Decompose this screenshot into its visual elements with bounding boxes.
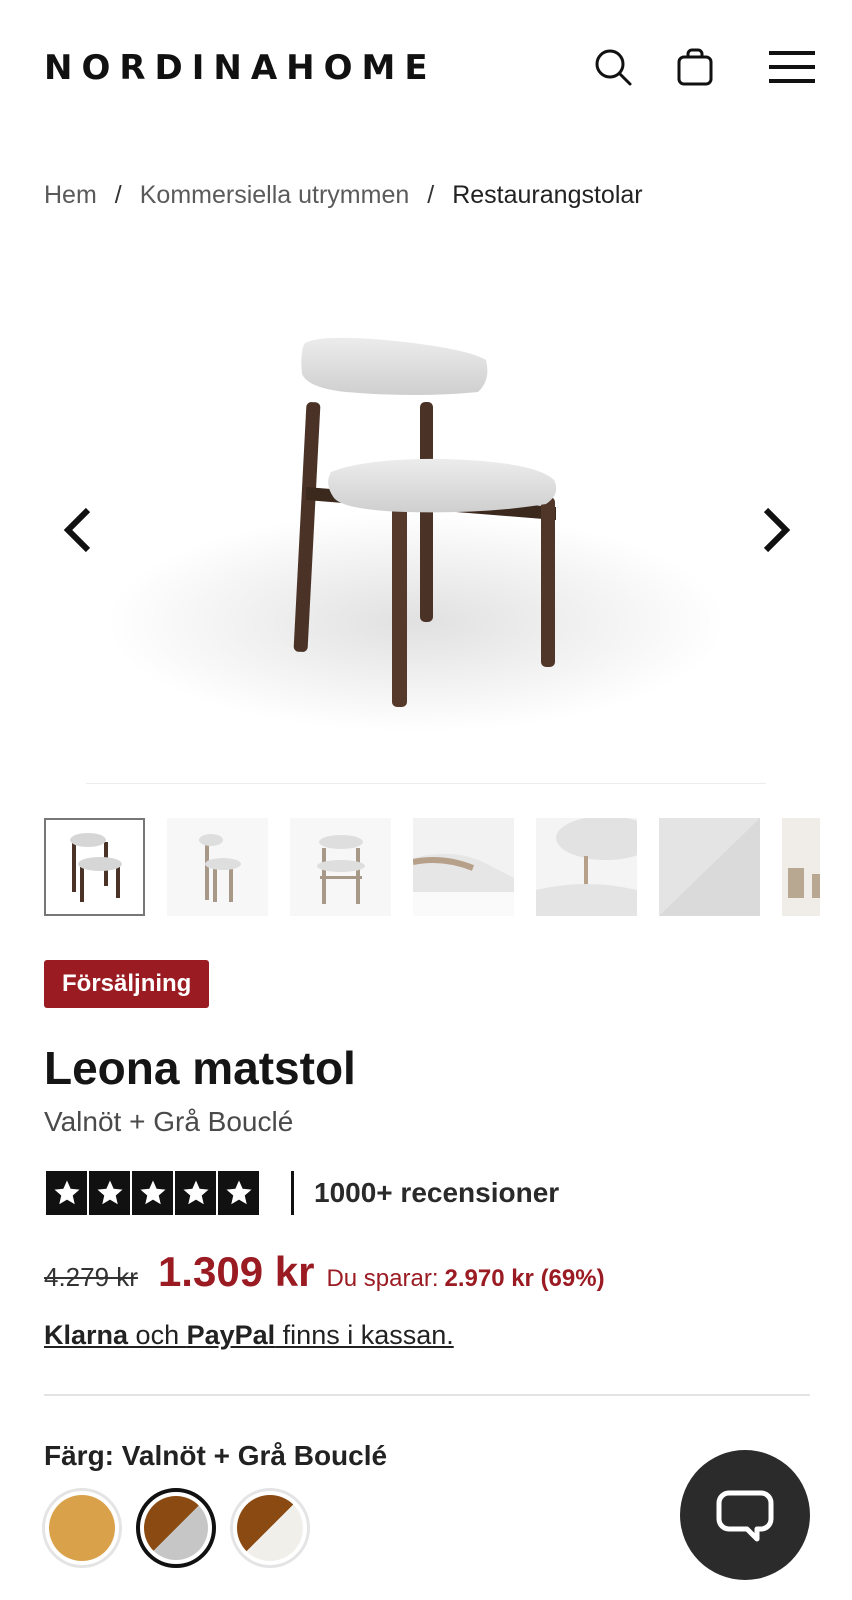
section-divider bbox=[44, 1394, 810, 1396]
savings-value: 2.970 kr (69%) bbox=[444, 1265, 605, 1292]
rating-divider bbox=[291, 1171, 294, 1215]
price-row: 4.279 kr 1.309 kr Du sparar: 2.970 kr (6… bbox=[44, 1248, 605, 1296]
old-price: 4.279 kr bbox=[44, 1262, 138, 1292]
savings-label: Du sparar: bbox=[326, 1265, 439, 1292]
star-icon bbox=[89, 1171, 130, 1215]
sale-price: 1.309 kr bbox=[157, 1248, 315, 1295]
swatch-fill bbox=[49, 1495, 115, 1561]
chat-icon bbox=[716, 1490, 774, 1542]
sale-badge: Försäljning bbox=[44, 960, 210, 1008]
thumbnail-strip bbox=[44, 818, 820, 918]
swatch-walnut-white[interactable] bbox=[230, 1488, 310, 1568]
star-rating bbox=[46, 1171, 259, 1215]
star-icon bbox=[218, 1171, 259, 1215]
menu-icon[interactable] bbox=[766, 44, 818, 90]
breadcrumb-commercial[interactable]: Kommersiella utrymmen bbox=[140, 178, 410, 212]
thumbnail[interactable] bbox=[413, 818, 514, 916]
bag-icon[interactable] bbox=[672, 44, 718, 90]
product-title: Leona matstol bbox=[44, 1042, 356, 1094]
color-swatches bbox=[42, 1488, 310, 1568]
thumbnail[interactable] bbox=[659, 818, 760, 916]
star-icon bbox=[175, 1171, 216, 1215]
breadcrumb-separator: / bbox=[427, 181, 435, 209]
search-icon[interactable] bbox=[590, 44, 636, 90]
swatch-walnut-grey-boucle[interactable] bbox=[136, 1488, 216, 1568]
thumbnail[interactable] bbox=[44, 818, 145, 916]
swatch-fill bbox=[144, 1496, 208, 1560]
star-icon bbox=[46, 1171, 87, 1215]
chat-button[interactable] bbox=[680, 1450, 810, 1580]
breadcrumb-current: Restaurangstolar bbox=[452, 181, 643, 209]
product-variant: Valnöt + Grå Bouclé bbox=[44, 1106, 294, 1137]
thumbnail[interactable] bbox=[290, 818, 391, 916]
checkout-text: finns i kassan. bbox=[275, 1320, 454, 1350]
and-text: och bbox=[128, 1320, 187, 1350]
thumbnail[interactable] bbox=[536, 818, 637, 916]
swatch-fill bbox=[237, 1495, 303, 1561]
star-icon bbox=[132, 1171, 173, 1215]
thumbnail[interactable] bbox=[782, 818, 820, 916]
image-divider bbox=[86, 783, 766, 784]
paypal-text: PayPal bbox=[186, 1320, 276, 1350]
thumbnail[interactable] bbox=[167, 818, 268, 916]
product-main-image[interactable] bbox=[86, 262, 766, 782]
rating-summary: 1000+ recensioner bbox=[46, 1170, 559, 1216]
site-logo[interactable]: NORDINAHOME bbox=[44, 48, 437, 88]
reviews-link[interactable]: 1000+ recensioner bbox=[314, 1177, 559, 1209]
klarna-text: Klarna bbox=[44, 1320, 129, 1350]
chevron-left-icon[interactable] bbox=[48, 500, 108, 560]
color-label: Färg: Valnöt + Grå Bouclé bbox=[44, 1440, 388, 1471]
swatch-oak[interactable] bbox=[42, 1488, 122, 1568]
chevron-right-icon[interactable] bbox=[746, 500, 806, 560]
site-header: NORDINAHOME bbox=[0, 0, 852, 140]
breadcrumb-separator: / bbox=[114, 181, 122, 209]
breadcrumb: Hem / Kommersiella utrymmen / Restaurang… bbox=[44, 178, 643, 212]
payment-info-link[interactable]: Klarna och PayPal finns i kassan. bbox=[44, 1320, 454, 1351]
breadcrumb-home[interactable]: Hem bbox=[44, 178, 97, 212]
